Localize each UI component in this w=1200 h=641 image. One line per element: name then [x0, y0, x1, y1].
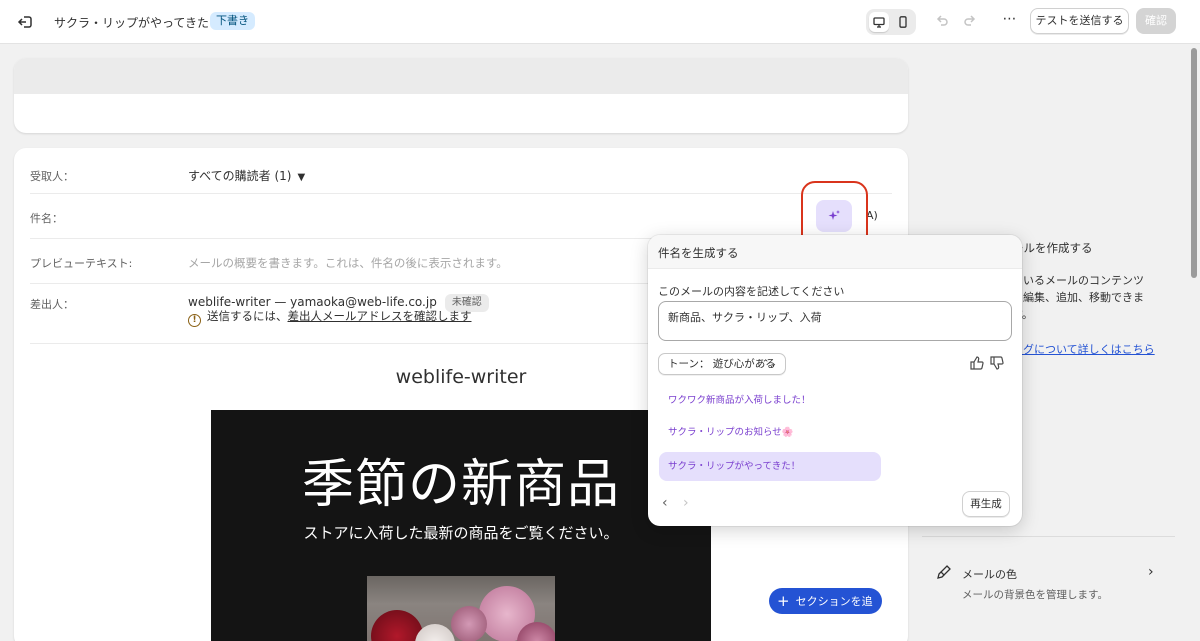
- chevron-right-icon[interactable]: ›: [683, 495, 689, 511]
- mobile-view-button[interactable]: [893, 12, 913, 32]
- hero-subtitle: ストアに入荷した最新の商品をご覧ください。: [303, 524, 619, 542]
- recipient-row: 受取人： すべての購読者 (1) ▼: [30, 156, 892, 194]
- top-bar: サクラ・リップがやってきた！ 下書き ⋯ テストを送信する 確認: [0, 0, 1200, 44]
- sender-warning: ! 送信するには、差出人メールアドレスを確認します: [188, 308, 472, 327]
- page-title: サクラ・リップがやってきた！: [54, 16, 222, 30]
- warning-text: 送信するには、: [207, 309, 288, 323]
- paint-brush-icon: [936, 564, 952, 580]
- undo-icon[interactable]: [932, 12, 952, 32]
- popover-header: 件名を生成する: [648, 235, 1022, 269]
- regenerate-button[interactable]: 再生成: [962, 491, 1010, 517]
- status-badge: 下書き: [210, 12, 255, 30]
- learn-more-link[interactable]: ングについて詳しくはこちら: [1012, 341, 1155, 357]
- confirm-button[interactable]: 確認: [1136, 8, 1176, 34]
- hero-title: 季節の新商品: [301, 454, 620, 516]
- preview-text-input[interactable]: メールの概要を書きます。これは、件名の後に表示されます。: [188, 255, 508, 271]
- prompt-textarea[interactable]: 新商品、サクラ・リップ、入荷: [658, 301, 1012, 341]
- email-hero-section[interactable]: 季節の新商品 ストアに入荷した最新の商品をご覧ください。: [211, 410, 711, 641]
- thumbs-down-icon[interactable]: [989, 355, 1005, 371]
- thumbs-up-icon[interactable]: [969, 355, 985, 371]
- email-color-title: メールの色: [962, 568, 1017, 581]
- divider: [922, 536, 1175, 537]
- tone-select-value: トーン： 遊び心がある: [668, 358, 776, 370]
- plus-icon: +: [777, 592, 790, 610]
- subject-row: 件名：: [30, 194, 892, 239]
- product-image: [367, 576, 555, 641]
- recipient-select[interactable]: すべての購読者 (1) ▼: [188, 167, 305, 184]
- recipient-value: すべての購読者 (1): [188, 169, 292, 183]
- right-panel-description: ているメールのコンテンツ に編集、追加、移動できま す。: [1012, 272, 1172, 323]
- scrollbar-thumb[interactable]: [1191, 48, 1197, 278]
- redo-icon[interactable]: [960, 12, 980, 32]
- recipient-label: 受取人：: [30, 170, 74, 183]
- mobile-icon: [899, 16, 907, 28]
- generate-subject-popover: 件名を生成する このメールの内容を記述してください 新商品、サクラ・リップ、入荷…: [648, 235, 1022, 526]
- email-color-description: メールの背景色を管理します。: [962, 589, 1108, 601]
- view-toggle: [866, 9, 916, 35]
- chevron-down-icon: ▼: [297, 172, 306, 183]
- popover-title: 件名を生成する: [658, 246, 739, 260]
- subject-label: 件名：: [30, 212, 63, 225]
- right-panel-desc-line: ているメールのコンテンツ に編集、追加、移動できま す。: [1012, 274, 1144, 321]
- warning-icon: !: [188, 314, 201, 327]
- select-arrows-icon: ⌃⌄: [761, 359, 777, 369]
- desktop-view-button[interactable]: [869, 12, 889, 32]
- chevron-right-icon: ›: [1148, 564, 1154, 580]
- header-section-card[interactable]: [14, 58, 908, 133]
- chevron-left-icon[interactable]: ‹: [662, 495, 668, 511]
- preview-text-label: プレビューテキスト:: [30, 257, 133, 270]
- header-image-placeholder: [14, 58, 908, 94]
- suggestion-item[interactable]: ワクワク新商品が入荷しました！: [659, 386, 881, 415]
- sender-value: weblife-writer — yamaoka@web-life.co.jp: [188, 295, 437, 309]
- suggestion-item[interactable]: サクラ・リップのお知らせ🌸: [659, 418, 881, 447]
- test-send-button[interactable]: テストを送信する: [1030, 8, 1129, 34]
- right-panel-title: ールを作成する: [1012, 241, 1093, 255]
- desktop-icon: [873, 17, 885, 28]
- sender-label: 差出人：: [30, 298, 74, 311]
- verify-sender-link[interactable]: 差出人メールアドレスを確認します: [288, 309, 472, 323]
- tone-select[interactable]: トーン： 遊び心がある ⌃⌄: [658, 353, 786, 375]
- more-actions-icon[interactable]: ⋯: [1000, 11, 1020, 31]
- suggestion-item-selected[interactable]: サクラ・リップがやってきた！: [659, 452, 881, 481]
- exit-icon[interactable]: [16, 12, 36, 32]
- email-color-setting[interactable]: メールの色 メールの背景色を管理します。 ›: [922, 560, 1175, 604]
- add-section-button[interactable]: + セクションを追加: [769, 588, 882, 634]
- prompt-label: このメールの内容を記述してください: [658, 285, 845, 298]
